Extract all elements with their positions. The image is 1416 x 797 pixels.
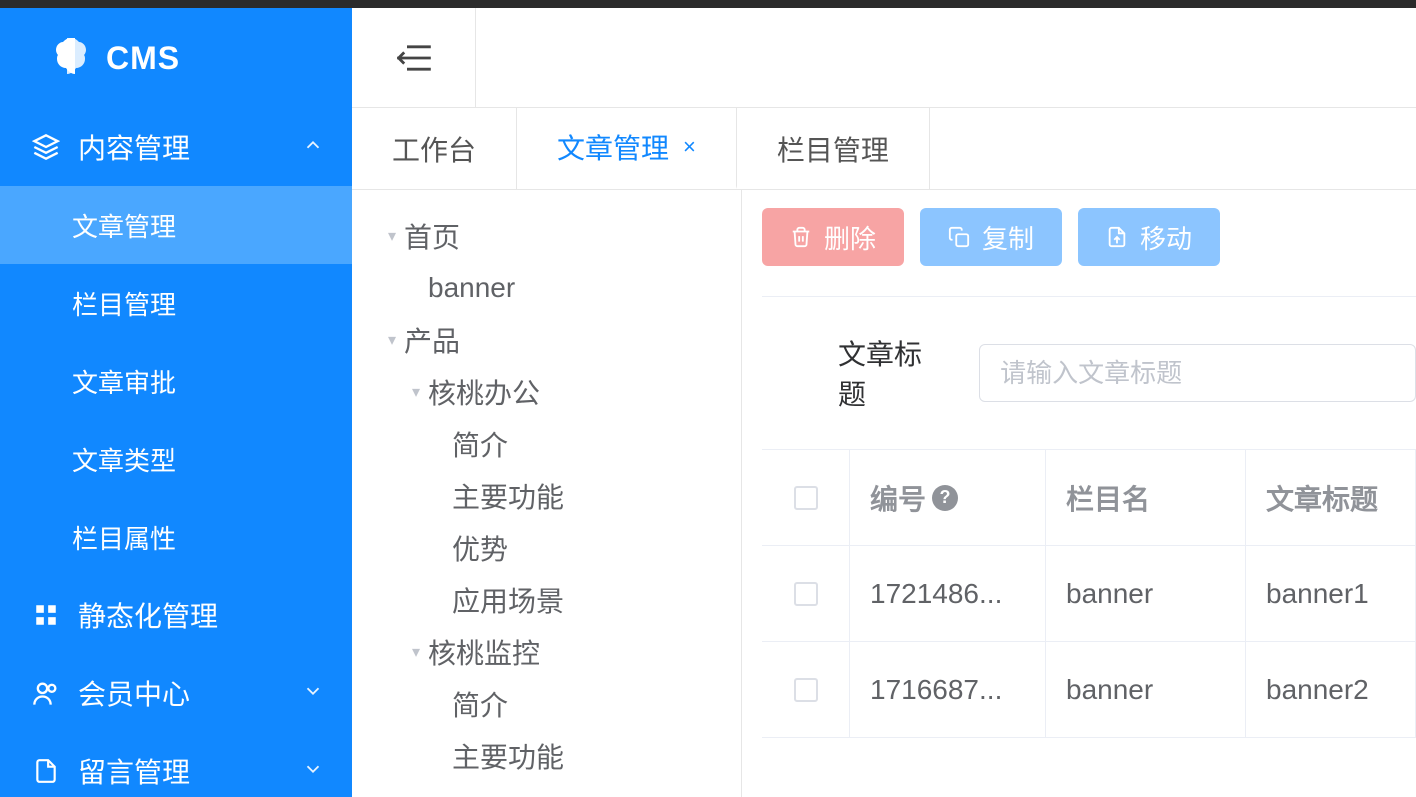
cell-title: banner2 <box>1246 642 1416 737</box>
brand-name: CMS <box>106 40 180 77</box>
tree-node-advantage[interactable]: 优势 <box>352 522 741 574</box>
tree-node-label: 首页 <box>404 216 460 256</box>
sidebar-section-content[interactable]: 内容管理 <box>0 108 352 186</box>
sidebar-item-column-manage[interactable]: 栏目管理 <box>0 264 352 342</box>
main-content: 工作台 文章管理 × 栏目管理 ▾首页 banner ▾产品 ▾核桃办公 简介 <box>352 8 1416 797</box>
tree-node-home[interactable]: ▾首页 <box>352 210 741 262</box>
sidebar-item-label: 文章管理 <box>72 207 324 244</box>
tree-node-hetao-monitor[interactable]: ▾核桃监控 <box>352 626 741 678</box>
doc-icon <box>30 757 62 785</box>
tab-article-manage[interactable]: 文章管理 × <box>517 108 737 189</box>
tree-node-label: 优势 <box>452 528 508 568</box>
sidebar-toggle-button[interactable] <box>352 8 476 107</box>
tree-node-label: 核桃办公 <box>428 372 540 412</box>
sidebar-section-member[interactable]: 会员中心 <box>0 654 352 732</box>
col-header-column: 栏目名 <box>1046 450 1246 545</box>
sidebar-section-label: 静态化管理 <box>78 595 324 635</box>
caret-down-icon: ▾ <box>380 330 404 350</box>
select-all-checkbox[interactable] <box>794 486 818 510</box>
cell-column: banner <box>1046 546 1246 641</box>
move-button[interactable]: 移动 <box>1078 208 1220 266</box>
tree-node-intro[interactable]: 简介 <box>352 418 741 470</box>
tree-node-label: 产品 <box>404 320 460 360</box>
sidebar-section-static[interactable]: 静态化管理 <box>0 576 352 654</box>
sidebar-section-label: 留言管理 <box>78 751 302 791</box>
tree-node-label: 简介 <box>452 424 508 464</box>
article-panel: 删除 复制 移动 文章标题 <box>742 190 1416 797</box>
table-header-row: 编号 ? 栏目名 文章标题 <box>762 450 1416 546</box>
tree-node-main-func2[interactable]: 主要功能 <box>352 730 741 782</box>
sidebar-section-label: 会员中心 <box>78 673 302 713</box>
row-checkbox[interactable] <box>794 582 818 606</box>
copy-button[interactable]: 复制 <box>920 208 1062 266</box>
action-bar: 删除 复制 移动 <box>762 208 1416 297</box>
tree-node-label: 核桃监控 <box>428 632 540 672</box>
brain-icon <box>50 36 92 81</box>
col-header-id: 编号 ? <box>850 450 1046 545</box>
row-checkbox[interactable] <box>794 678 818 702</box>
sidebar-item-label: 栏目管理 <box>72 285 324 322</box>
cell-title: banner1 <box>1246 546 1416 641</box>
chevron-down-icon <box>302 677 324 709</box>
header <box>352 8 1416 108</box>
category-tree: ▾首页 banner ▾产品 ▾核桃办公 简介 主要功能 优势 应用场景 ▾核桃… <box>352 190 742 797</box>
tab-label: 栏目管理 <box>777 129 889 169</box>
sidebar-item-label: 栏目属性 <box>72 519 324 556</box>
caret-down-icon: ▾ <box>404 382 428 402</box>
window-titlebar <box>0 0 1416 8</box>
sidebar-item-article-manage[interactable]: 文章管理 <box>0 186 352 264</box>
sidebar-item-article-approve[interactable]: 文章审批 <box>0 342 352 420</box>
caret-down-icon: ▾ <box>380 226 404 246</box>
cell-id: 1716687... <box>850 642 1046 737</box>
button-label: 复制 <box>982 219 1034 256</box>
tree-node-main-func[interactable]: 主要功能 <box>352 470 741 522</box>
logo: CMS <box>0 8 352 108</box>
button-label: 删除 <box>824 219 876 256</box>
table-row[interactable]: 1716687... banner banner2 <box>762 642 1416 738</box>
filter-row: 文章标题 <box>762 297 1416 449</box>
tab-label: 工作台 <box>392 129 476 169</box>
title-filter-input[interactable] <box>979 344 1416 402</box>
tree-node-label: banner <box>428 272 515 304</box>
sidebar-nav: 内容管理 文章管理 栏目管理 文章审批 文章 <box>0 108 352 797</box>
chevron-up-icon <box>302 131 324 163</box>
table-row[interactable]: 1721486... banner banner1 <box>762 546 1416 642</box>
sidebar-item-column-attr[interactable]: 栏目属性 <box>0 498 352 576</box>
article-table: 编号 ? 栏目名 文章标题 1721486... banner banner1 <box>762 449 1416 738</box>
tab-label: 文章管理 <box>557 127 669 167</box>
button-label: 移动 <box>1140 219 1192 256</box>
filter-label: 文章标题 <box>838 333 949 413</box>
sidebar-section-label: 内容管理 <box>78 127 302 167</box>
tree-node-label: 应用场景 <box>452 580 564 620</box>
sidebar-item-article-type[interactable]: 文章类型 <box>0 420 352 498</box>
tree-node-label: 简介 <box>452 684 508 724</box>
sidebar-item-label: 文章类型 <box>72 441 324 478</box>
col-header-title: 文章标题 <box>1246 450 1416 545</box>
caret-down-icon: ▾ <box>404 642 428 662</box>
tree-node-label: 主要功能 <box>452 736 564 776</box>
tab-workbench[interactable]: 工作台 <box>352 108 517 189</box>
tree-node-banner[interactable]: banner <box>352 262 741 314</box>
layers-icon <box>30 133 62 161</box>
help-icon[interactable]: ? <box>932 485 958 511</box>
grid-icon <box>30 602 62 628</box>
tree-node-product[interactable]: ▾产品 <box>352 314 741 366</box>
tabs: 工作台 文章管理 × 栏目管理 <box>352 108 1416 190</box>
tree-node-scenario[interactable]: 应用场景 <box>352 574 741 626</box>
tree-node-intro2[interactable]: 简介 <box>352 678 741 730</box>
sidebar-section-message[interactable]: 留言管理 <box>0 732 352 797</box>
chevron-down-icon <box>302 755 324 787</box>
sidebar: CMS 内容管理 文章管理 栏目管理 <box>0 8 352 797</box>
delete-button[interactable]: 删除 <box>762 208 904 266</box>
tree-node-hetao-office[interactable]: ▾核桃办公 <box>352 366 741 418</box>
tree-node-label: 主要功能 <box>452 476 564 516</box>
cell-column: banner <box>1046 642 1246 737</box>
cell-id: 1721486... <box>850 546 1046 641</box>
close-icon[interactable]: × <box>683 134 696 160</box>
sidebar-item-label: 文章审批 <box>72 363 324 400</box>
tab-column-manage[interactable]: 栏目管理 <box>737 108 930 189</box>
user-icon <box>30 679 62 707</box>
